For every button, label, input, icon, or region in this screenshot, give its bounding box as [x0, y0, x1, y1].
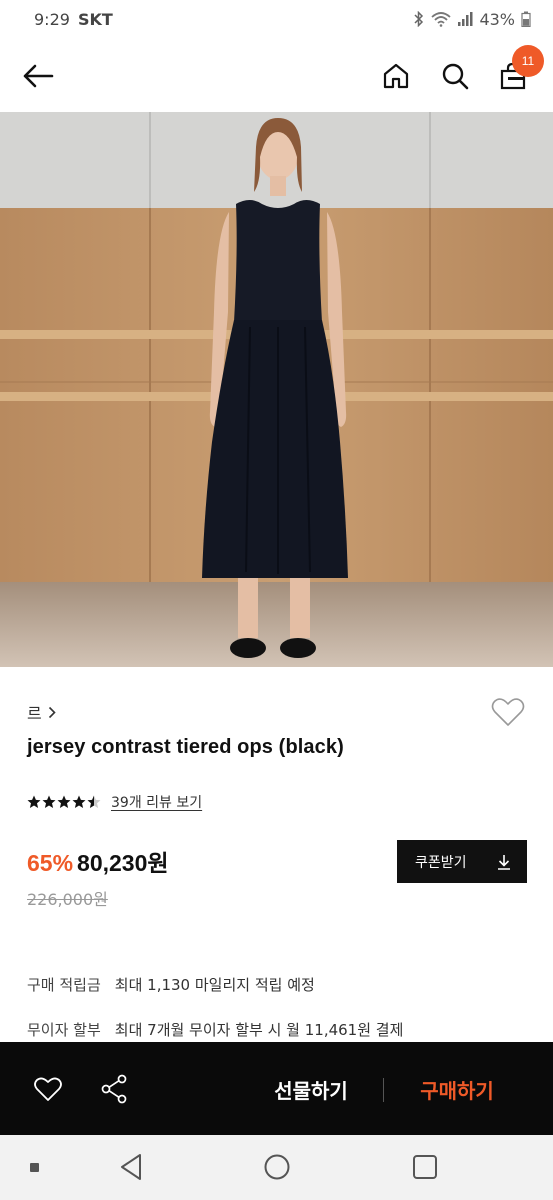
bluetooth-icon: [413, 11, 425, 27]
coupon-label: 쿠폰받기: [415, 854, 467, 871]
wifi-icon: [431, 11, 452, 27]
star-icon: [42, 795, 56, 808]
system-navigation-bar: [0, 1135, 553, 1200]
product-title: jersey contrast tiered ops (black): [27, 736, 344, 758]
star-icon: [72, 795, 86, 808]
bottom-action-bar: 선물하기 구매하기: [0, 1042, 553, 1135]
discount-rate: 65%: [27, 850, 74, 876]
share-icon: [101, 1074, 127, 1104]
star-icon: [27, 795, 41, 808]
download-icon: [498, 854, 510, 870]
installment-label: 무이자 할부: [27, 1021, 101, 1039]
installment-value: 최대 7개월 무이자 할부 시 월 11,461원 결제: [114, 1021, 404, 1039]
top-navigation: [0, 38, 553, 112]
product-photo-illustration: [0, 112, 553, 667]
wishlist-button[interactable]: [488, 694, 528, 730]
brand-link[interactable]: 르: [27, 700, 56, 724]
action-divider: [383, 1078, 384, 1102]
product-image[interactable]: [0, 112, 553, 667]
sale-price: 80,230원: [77, 850, 169, 876]
rating-stars: [27, 795, 101, 809]
circle-home-icon: [264, 1154, 290, 1180]
home-icon: [383, 63, 409, 89]
back-button[interactable]: [18, 56, 58, 96]
half-star-icon: [87, 795, 101, 808]
chevron-right-icon: [48, 706, 56, 718]
search-icon: [442, 63, 469, 90]
back-arrow-icon: [23, 64, 54, 88]
product-rating: 39개 리뷰 보기: [27, 792, 202, 812]
installment-info-row: 무이자 할부 최대 7개월 무이자 할부 시 월 11,461원 결제: [27, 1019, 403, 1040]
brand-name: 르: [27, 704, 42, 723]
cart-count-badge: 11: [512, 45, 544, 77]
heart-outline-icon: [34, 1077, 62, 1101]
review-link[interactable]: 39개 리뷰 보기: [111, 792, 202, 812]
system-recents-button[interactable]: [410, 1152, 440, 1182]
home-button[interactable]: [376, 56, 416, 96]
points-value: 최대 1,130 마일리지 적립 예정: [114, 976, 315, 994]
system-back-button[interactable]: [116, 1152, 146, 1182]
system-indicator-dot: [30, 1163, 39, 1172]
share-button[interactable]: [96, 1071, 132, 1107]
triangle-back-icon: [121, 1154, 141, 1180]
square-recents-icon: [413, 1155, 437, 1179]
star-icon: [57, 795, 71, 808]
price-row: 65% 80,230원: [27, 844, 169, 878]
action-wishlist-button[interactable]: [30, 1071, 66, 1107]
gift-button[interactable]: 선물하기: [256, 1072, 366, 1106]
points-label: 구매 적립금: [27, 976, 101, 994]
buy-button[interactable]: 구매하기: [402, 1072, 512, 1106]
signal-icon: [457, 11, 473, 27]
system-home-button[interactable]: [262, 1152, 292, 1182]
search-button[interactable]: [435, 56, 475, 96]
status-bar: 9:29 SKT 43%: [0, 0, 553, 38]
status-time: 9:29: [34, 9, 70, 29]
coupon-download-button[interactable]: 쿠폰받기: [397, 840, 527, 883]
points-info-row: 구매 적립금 최대 1,130 마일리지 적립 예정: [27, 974, 315, 995]
battery-icon: [521, 11, 531, 27]
battery-percent: 43%: [479, 9, 515, 29]
status-carrier: SKT: [77, 9, 113, 29]
original-price: 226,000원: [27, 890, 108, 909]
heart-outline-icon: [491, 698, 525, 726]
